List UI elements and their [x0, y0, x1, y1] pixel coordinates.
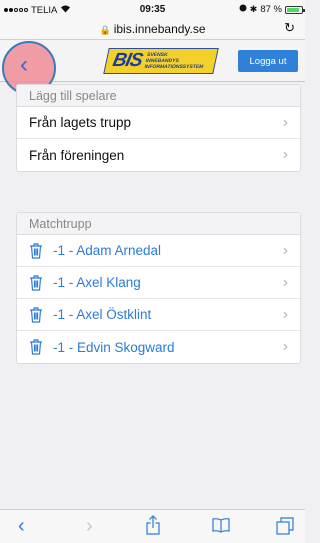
url-text: ibis.innebandy.se — [113, 22, 206, 36]
browser-toolbar: ‹ › — [0, 509, 305, 543]
reload-icon[interactable]: ↻ — [284, 20, 295, 36]
share-icon[interactable] — [146, 515, 160, 539]
app-header: ‹ BIS SVENSK INNEBANDYS INFORMATIONSSYSTEM… — [0, 40, 305, 95]
player-label: -1 - Axel Östklint — [53, 307, 152, 322]
address-display[interactable]: 🔒 ibis.innebandy.se — [0, 22, 305, 36]
trash-icon[interactable] — [29, 306, 43, 323]
status-bar: TELIA 09:35 ✱ 87 % — [0, 0, 305, 18]
url-bar[interactable]: 🔒 ibis.innebandy.se ↻ — [0, 18, 305, 40]
logo-subtext: SVENSK INNEBANDYS INFORMATIONSSYSTEM — [143, 52, 204, 70]
add-players-panel: Lägg till spelare Från lagets trupp › Fr… — [16, 84, 301, 172]
battery-percent: 87 % — [260, 4, 282, 15]
player-row[interactable]: -1 - Axel Östklint › — [17, 299, 300, 331]
chevron-right-icon: › — [282, 274, 288, 291]
status-right-group: ✱ 87 % — [239, 4, 305, 15]
bookmarks-icon[interactable] — [212, 517, 230, 537]
list-item-team-squad[interactable]: Från lagets trupp › — [17, 107, 300, 139]
chevron-right-icon: › — [282, 306, 288, 323]
battery-icon — [285, 5, 305, 14]
match-squad-heading: Matchtrupp — [17, 213, 300, 235]
list-item-club[interactable]: Från föreningen › — [17, 139, 300, 171]
player-row[interactable]: -1 - Adam Arnedal › — [17, 235, 300, 267]
lock-icon: 🔒 — [99, 25, 111, 35]
chevron-left-icon[interactable]: ‹ — [20, 53, 28, 77]
list-item-label: Från föreningen — [29, 147, 125, 163]
player-label: -1 - Edvin Skogward — [53, 339, 175, 355]
tabs-icon[interactable] — [276, 517, 294, 539]
chevron-right-icon: › — [282, 242, 288, 259]
bluetooth-icon: ✱ — [249, 4, 258, 14]
browser-forward-icon[interactable]: › — [86, 516, 93, 536]
chevron-right-icon: › — [282, 338, 288, 355]
player-label: -1 - Adam Arnedal — [53, 243, 162, 258]
player-row[interactable]: -1 - Edvin Skogward › — [17, 331, 300, 363]
trash-icon[interactable] — [29, 339, 43, 355]
alarm-icon — [239, 4, 247, 15]
browser-back-icon[interactable]: ‹ — [18, 516, 25, 536]
logout-button[interactable]: Logga ut — [238, 50, 298, 72]
trash-icon[interactable] — [29, 274, 43, 291]
player-row[interactable]: -1 - Axel Klang › — [17, 267, 300, 299]
chevron-right-icon: › — [282, 146, 288, 163]
add-players-heading: Lägg till spelare — [17, 85, 300, 107]
trash-icon[interactable] — [29, 242, 43, 259]
logo-text: BIS — [110, 50, 145, 71]
list-item-label: Från lagets trupp — [29, 115, 132, 130]
match-squad-panel: Matchtrupp -1 - Adam Arnedal › -1 - Axel… — [16, 212, 301, 364]
chevron-right-icon: › — [282, 114, 288, 131]
player-label: -1 - Axel Klang — [53, 275, 141, 290]
bis-logo: BIS SVENSK INNEBANDYS INFORMATIONSSYSTEM — [103, 48, 219, 74]
